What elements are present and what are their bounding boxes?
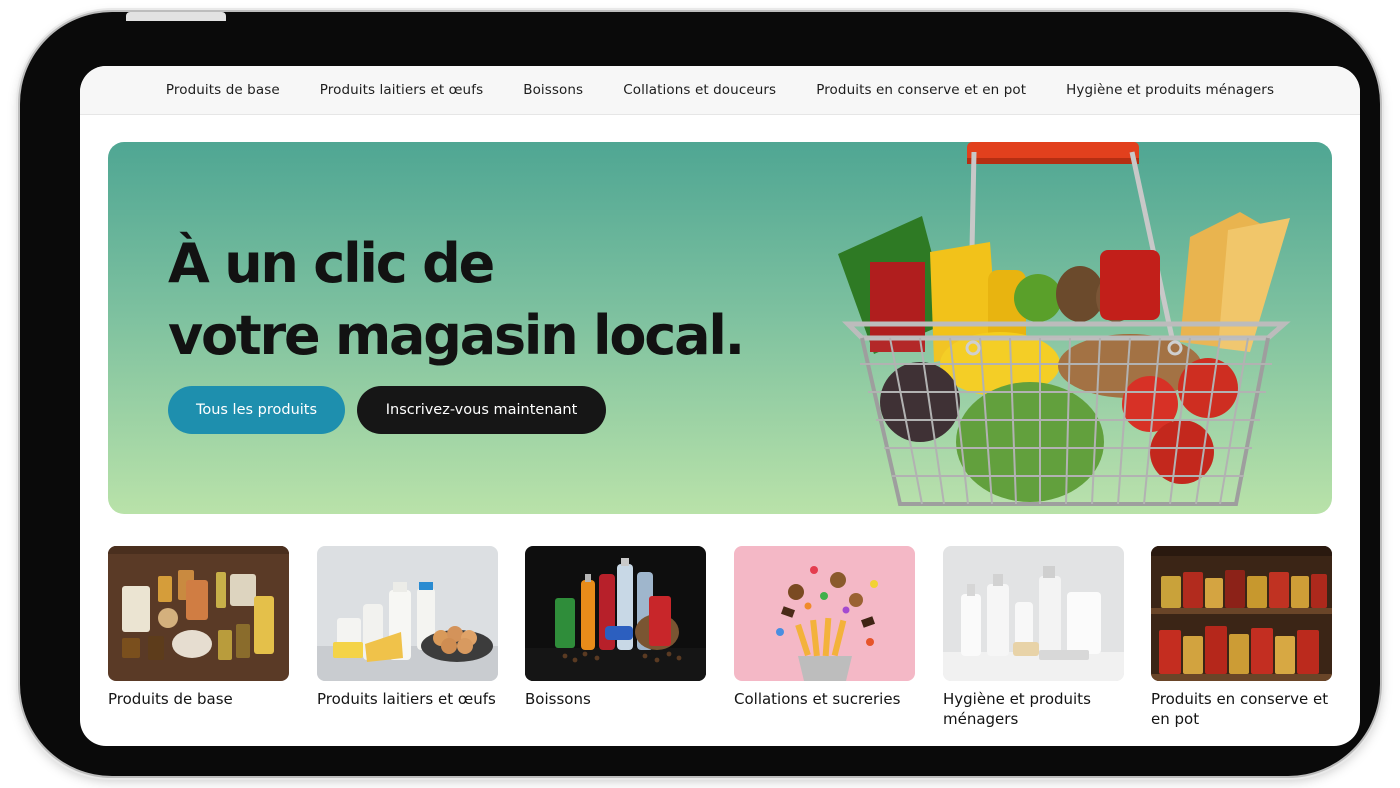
- category-label: Produits laitiers et œufs: [317, 690, 496, 708]
- snacks-sweets-image: [734, 546, 915, 681]
- hero-title-line-1: À un clic de: [168, 232, 495, 295]
- category-card-conserve[interactable]: Produits en conserve et en pot: [1151, 546, 1332, 729]
- category-label: Produits en conserve et en pot: [1151, 690, 1329, 728]
- category-nav: Produits de base Produits laitiers et œu…: [80, 66, 1360, 115]
- category-card-boissons[interactable]: Boissons: [525, 546, 706, 709]
- all-products-button[interactable]: Tous les produits: [168, 386, 345, 434]
- sign-up-button[interactable]: Inscrivez-vous maintenant: [357, 386, 606, 434]
- category-card-hygiene[interactable]: Hygiène et produits ménagers: [943, 546, 1124, 729]
- nav-item-produits-laitiers[interactable]: Produits laitiers et œufs: [300, 82, 503, 98]
- nav-item-collations[interactable]: Collations et douceurs: [603, 82, 796, 98]
- screen: Produits de base Produits laitiers et œu…: [80, 66, 1360, 746]
- category-label: Boissons: [525, 690, 591, 708]
- nav-item-boissons[interactable]: Boissons: [503, 82, 603, 98]
- pantry-staples-image: [108, 546, 289, 681]
- category-card-produits-laitiers[interactable]: Produits laitiers et œufs: [317, 546, 498, 709]
- category-label: Hygiène et produits ménagers: [943, 690, 1091, 728]
- hero-title-line-2: votre magasin local.: [168, 304, 745, 367]
- category-card-collations[interactable]: Collations et sucreries: [734, 546, 915, 709]
- hero-banner: À un clic de votre magasin local. Tous l…: [108, 142, 1332, 514]
- grocery-basket-image: [838, 142, 1291, 506]
- hygiene-household-image: [943, 546, 1124, 681]
- canned-jarred-image: [1151, 546, 1332, 681]
- category-label: Produits de base: [108, 690, 233, 708]
- tablet-frame: Produits de base Produits laitiers et œu…: [20, 12, 1380, 776]
- nav-item-produits-de-base[interactable]: Produits de base: [146, 82, 300, 98]
- category-label: Collations et sucreries: [734, 690, 901, 708]
- device-power-button: [126, 12, 226, 21]
- dairy-eggs-image: [317, 546, 498, 681]
- nav-item-conserve[interactable]: Produits en conserve et en pot: [796, 82, 1046, 98]
- nav-item-hygiene[interactable]: Hygiène et produits ménagers: [1046, 82, 1294, 98]
- beverages-image: [525, 546, 706, 681]
- hero-title: À un clic de votre magasin local.: [168, 228, 745, 372]
- category-grid: Produits de base Produits laitiers et œu…: [108, 546, 1332, 736]
- category-card-produits-de-base[interactable]: Produits de base: [108, 546, 289, 709]
